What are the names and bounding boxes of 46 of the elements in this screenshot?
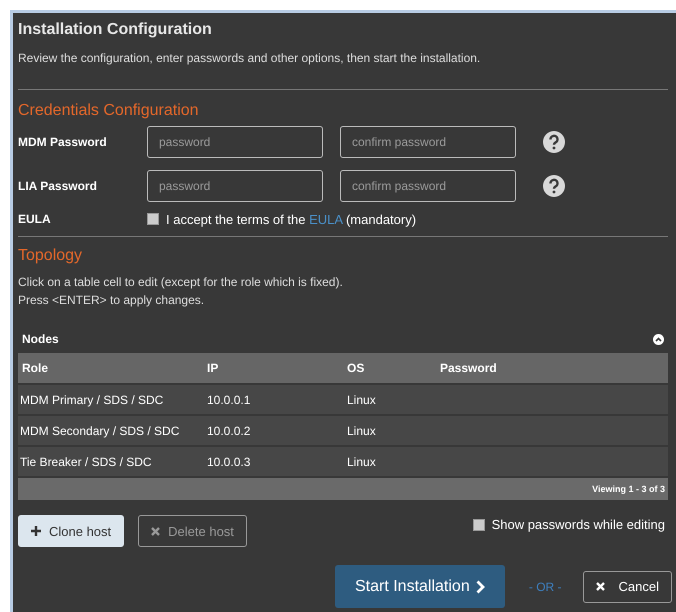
instruction-text: Click on a table cell to edit (except for the role which is fixed). <box>18 274 344 291</box>
checkbox[interactable] <box>147 213 159 225</box>
table-cell[interactable]: MDM Primary / SDS / SDC <box>18 392 201 406</box>
confirm-password-field[interactable]: confirm password <box>340 170 516 202</box>
checkbox[interactable] <box>472 518 485 530</box>
checkbox-label: Show passwords while editing <box>492 517 665 532</box>
table-cell[interactable]: Linux <box>341 392 434 406</box>
table-row[interactable]: MDM Primary / SDS / SDC 10.0.0.1 Linux <box>18 385 668 414</box>
table-row[interactable]: Tie Breaker / SDS / SDC 10.0.0.3 Linux <box>18 447 668 476</box>
table-caption: Nodes <box>22 332 59 346</box>
table-cell[interactable]: Tie Breaker / SDS / SDC <box>18 454 201 468</box>
collapse-icon[interactable] <box>653 334 664 344</box>
cancel-button[interactable]: Cancel <box>582 570 672 602</box>
column-header: OS <box>346 361 366 375</box>
column-header: Password <box>439 361 498 375</box>
instruction-text: Press <ENTER> to apply changes. <box>18 292 206 309</box>
section-heading: Topology <box>18 247 84 265</box>
table-cell[interactable]: 10.0.0.1 <box>201 392 341 406</box>
start-installation-button[interactable]: Start Installation <box>334 565 505 608</box>
column-header: Role <box>21 361 50 375</box>
close-icon <box>151 526 160 536</box>
window-title: Installation Configuration <box>18 20 213 39</box>
column-header: IP <box>206 361 220 375</box>
plus-icon <box>31 526 41 536</box>
table-cell[interactable]: 10.0.0.2 <box>201 424 341 438</box>
eula-text: I accept the terms of the EULA (mandatory) <box>166 212 416 226</box>
table-cell[interactable]: Linux <box>341 454 434 468</box>
table-cell[interactable]: Linux <box>341 424 434 438</box>
help-icon[interactable] <box>543 175 565 197</box>
clone-host-button[interactable]: Clone host <box>18 515 124 547</box>
pager-text: Viewing 1 - 3 of 3 <box>18 478 668 500</box>
field-label: EULA <box>18 212 52 226</box>
close-icon <box>596 582 605 591</box>
chevron-right-icon <box>476 580 485 594</box>
table-cell[interactable]: MDM Secondary / SDS / SDC <box>18 424 201 438</box>
table-row[interactable]: MDM Secondary / SDS / SDC 10.0.0.2 Linux <box>18 416 668 445</box>
password-field[interactable]: password <box>147 170 323 202</box>
table-cell[interactable]: 10.0.0.3 <box>201 454 341 468</box>
help-icon[interactable] <box>543 131 565 153</box>
password-field[interactable]: password <box>147 126 323 158</box>
section-heading: Credentials Configuration <box>18 102 200 120</box>
confirm-password-field[interactable]: confirm password <box>340 126 516 158</box>
field-label: LIA Password <box>18 179 98 193</box>
description: Review the configuration, enter passwords and other options, then start the installation. <box>18 51 482 65</box>
or-separator: - OR - <box>528 580 562 594</box>
field-label: MDM Password <box>18 135 108 149</box>
